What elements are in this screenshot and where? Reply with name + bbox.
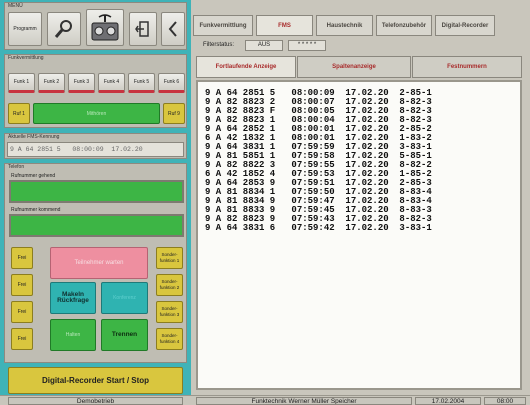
subtab-festnummern[interactable]: Festnummern bbox=[412, 56, 522, 78]
konferenz-button[interactable]: Konferenz bbox=[101, 282, 148, 314]
filter-extra-field[interactable]: * * * * * bbox=[288, 40, 326, 51]
tab-fms[interactable]: FMS bbox=[256, 15, 313, 36]
menu-group-label: MENÜ bbox=[8, 3, 23, 9]
fms-list-row[interactable]: 9 A 64 3831 6 07:59:42 17.02.20 3-83-1 bbox=[205, 224, 520, 233]
funk-2-button[interactable]: Funk 2 bbox=[38, 73, 65, 93]
frei-3-button[interactable]: Frei bbox=[11, 301, 33, 323]
fms-kennung-label: Aktuelle FMS-Kennung bbox=[8, 134, 60, 140]
sonderfunktion-4-button[interactable]: Sonder-funktion 4 bbox=[156, 328, 183, 350]
funk-3-button[interactable]: Funk 3 bbox=[68, 73, 95, 93]
tab-funkvermittlung[interactable]: Funkvermittlung bbox=[193, 15, 253, 36]
tab-haustechnik[interactable]: Haustechnik bbox=[316, 15, 373, 36]
exit-button[interactable] bbox=[129, 12, 157, 46]
rufnummer-kommend-field[interactable] bbox=[9, 214, 184, 237]
magnifier-icon bbox=[54, 20, 72, 38]
funk-1-button[interactable]: Funk 1 bbox=[8, 73, 35, 93]
fms-kennung-group: Aktuelle FMS-Kennung 9 A 64 2851 5 08:00… bbox=[4, 133, 187, 159]
search-button[interactable] bbox=[47, 12, 81, 46]
filter-value-field[interactable]: AUS bbox=[245, 40, 283, 51]
status-date: 17.02.2004 bbox=[415, 397, 481, 405]
filter-label: Filterstatus: bbox=[203, 42, 235, 48]
fms-kennung-field: 9 A 64 2851 5 08:00:09 17.02.20 bbox=[7, 142, 184, 157]
halten-button[interactable]: Halten bbox=[50, 319, 96, 351]
rufnummer-gehend-label: Rufnummer gehend bbox=[11, 173, 56, 179]
funk-5-button[interactable]: Funk 5 bbox=[128, 73, 155, 93]
sonderfunktion-2-button[interactable]: Sonder-funktion 2 bbox=[156, 274, 183, 296]
rufnummer-kommend-label: Rufnummer kommend bbox=[11, 207, 61, 213]
status-mode: Demobetrieb bbox=[8, 397, 183, 405]
trennen-button[interactable]: Trennen bbox=[101, 319, 148, 351]
menu-group: MENÜ Programm bbox=[4, 2, 187, 50]
digital-recorder-start-stop-button[interactable]: Digital-Recorder Start / Stop bbox=[8, 367, 183, 394]
makeln-rueckfrage-button[interactable]: Makeln Rückfrage bbox=[50, 282, 96, 314]
subtab-fortlaufende-anzeige[interactable]: Fortlaufende Anzeige bbox=[196, 56, 296, 78]
frei-1-button[interactable]: Frei bbox=[11, 247, 33, 269]
back-button[interactable] bbox=[161, 12, 185, 46]
fms-list-box[interactable]: 9 A 64 2851 5 08:00:09 17.02.20 2-85-1 9… bbox=[196, 80, 522, 390]
program-button[interactable]: Programm bbox=[8, 12, 42, 46]
telefon-group-label: Telefon bbox=[8, 164, 25, 170]
ruf-1-button[interactable]: Ruf 1 bbox=[8, 103, 30, 124]
subtab-spaltenanzeige[interactable]: Spaltenanzeige bbox=[297, 56, 411, 78]
status-time: 08:00 bbox=[484, 397, 526, 405]
tab-digital-recorder[interactable]: Digital-Recorder bbox=[435, 15, 495, 36]
funk-6-button[interactable]: Funk 6 bbox=[158, 73, 185, 93]
status-company: Funktechnik Werner Müller Speicher bbox=[196, 397, 412, 405]
frei-4-button[interactable]: Frei bbox=[11, 328, 33, 350]
tab-telefonzubehoer[interactable]: Telefonzubehör bbox=[376, 15, 432, 36]
radio-device-button[interactable] bbox=[86, 9, 124, 46]
telefon-group: Telefon Rufnummer gehend Rufnummer komme… bbox=[4, 163, 187, 363]
door-exit-icon bbox=[135, 21, 149, 37]
ruf-9-button[interactable]: Ruf 9 bbox=[163, 103, 185, 124]
mithoeren-button[interactable]: Mithören bbox=[33, 103, 160, 124]
funkvermittlung-group-label: Funkvermittlung bbox=[8, 55, 44, 61]
sonderfunktion-3-button[interactable]: Sonder-funktion 3 bbox=[156, 301, 183, 323]
rufnummer-gehend-field[interactable] bbox=[9, 180, 184, 203]
frei-2-button[interactable]: Frei bbox=[11, 274, 33, 296]
teilnehmer-warten-button[interactable]: Teilnehmer warten bbox=[50, 247, 148, 279]
radio-device-icon bbox=[91, 13, 119, 40]
chevron-left-icon bbox=[168, 21, 177, 37]
sonderfunktion-1-button[interactable]: Sonder-funktion 1 bbox=[156, 247, 183, 269]
funk-4-button[interactable]: Funk 4 bbox=[98, 73, 125, 93]
funkvermittlung-group: Funkvermittlung Funk 1 Funk 2 Funk 3 Fun… bbox=[4, 54, 187, 128]
